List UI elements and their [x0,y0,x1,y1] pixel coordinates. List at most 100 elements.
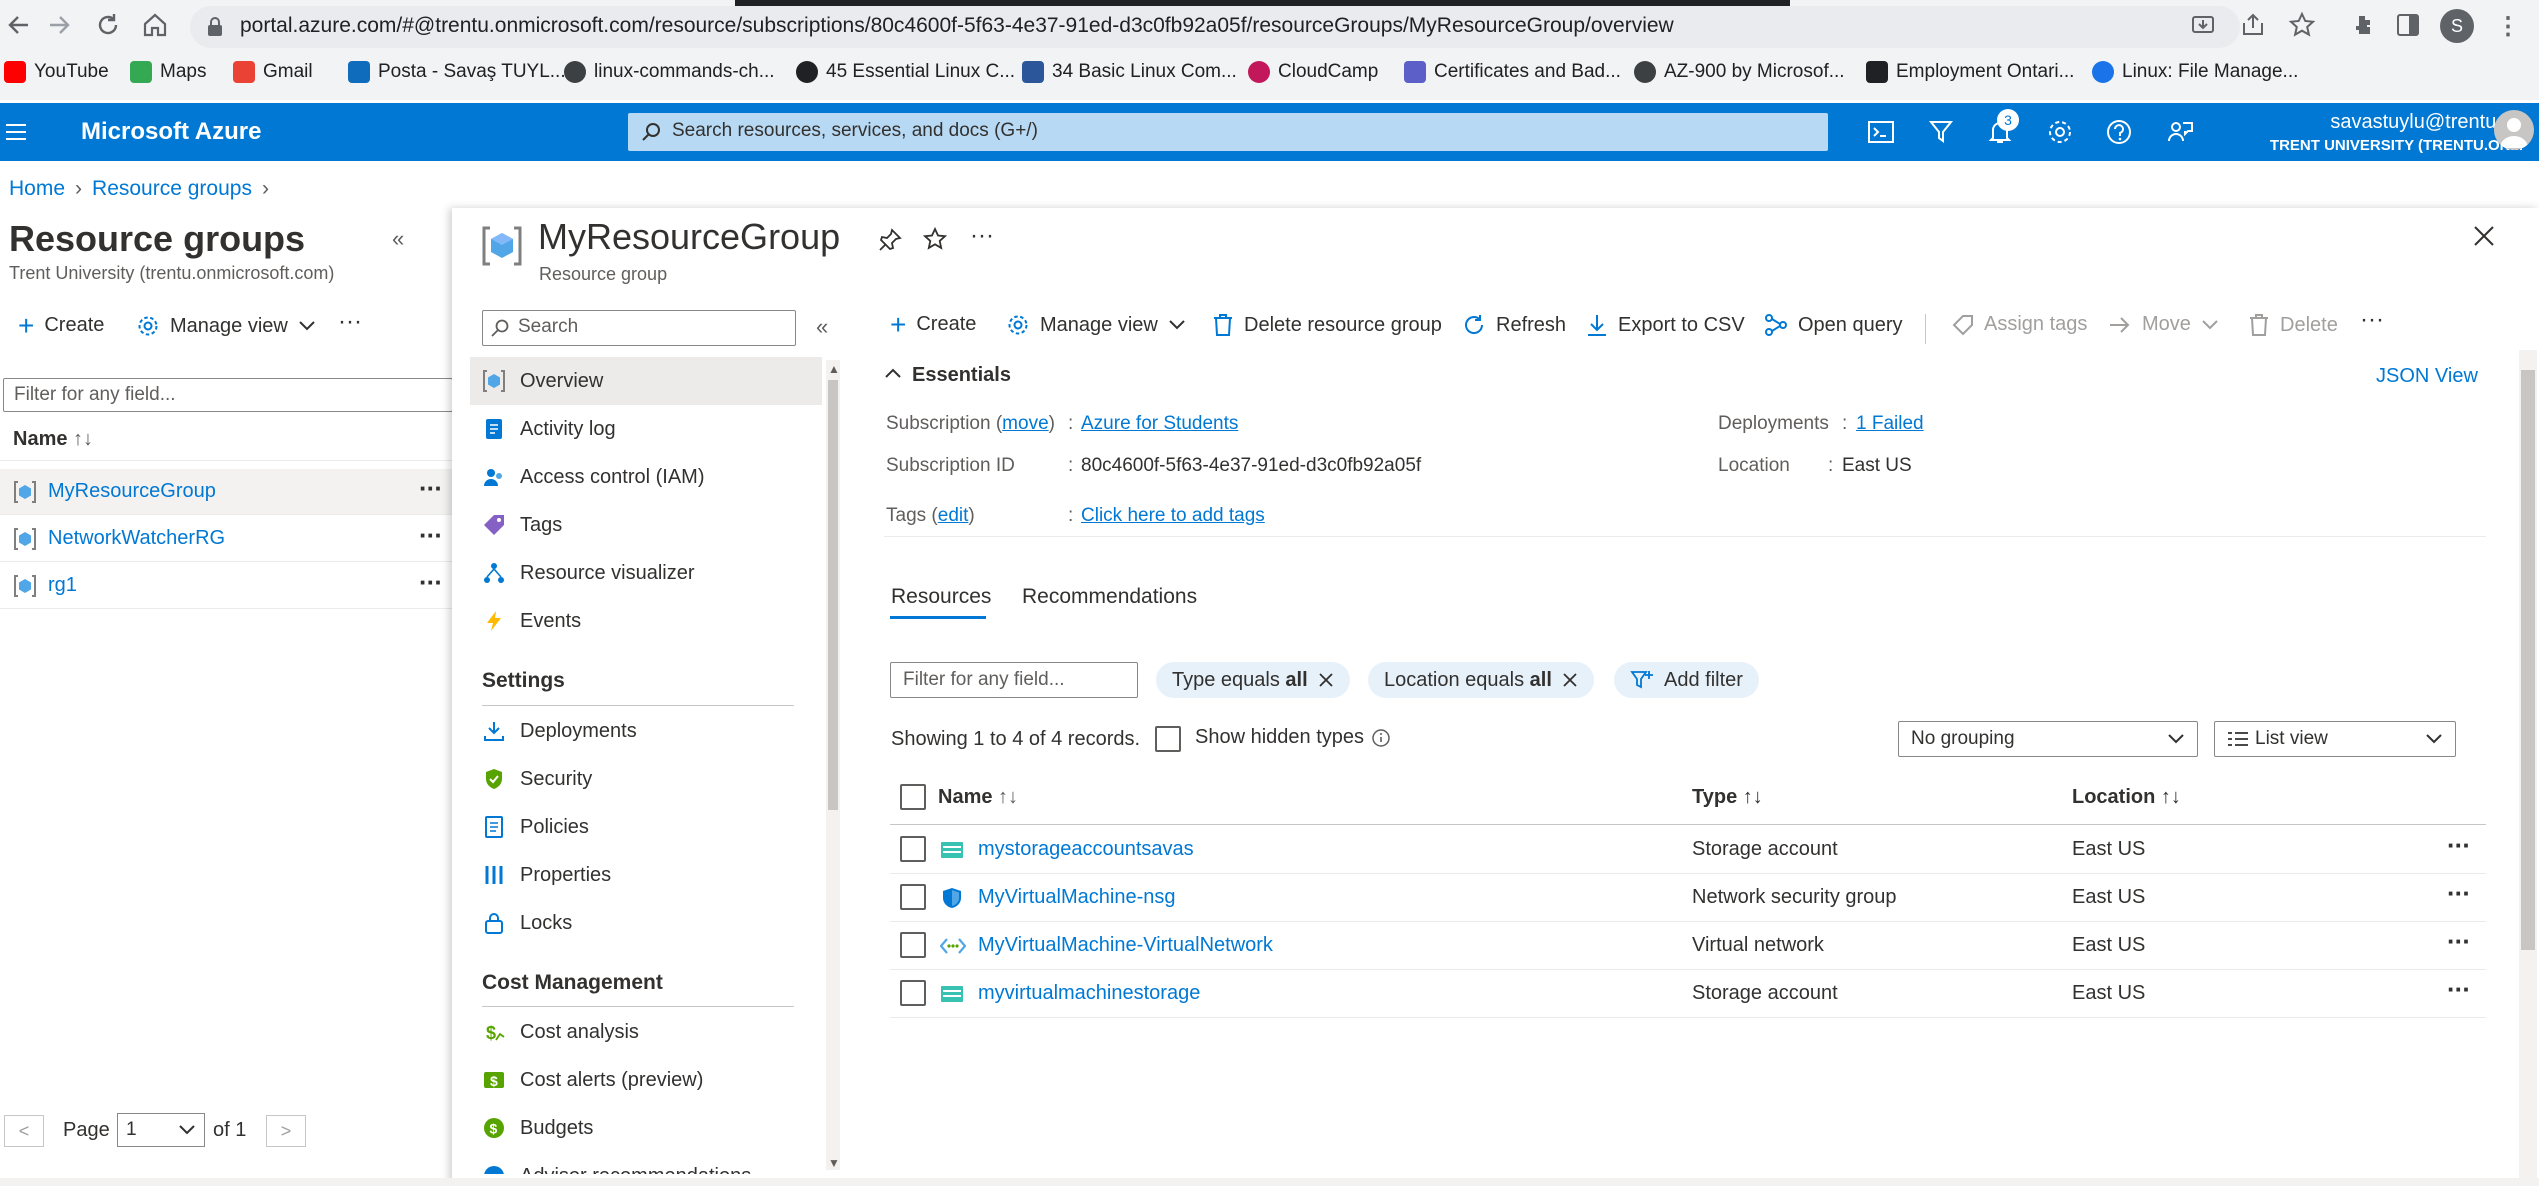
menu-item-tags[interactable]: Tags [470,501,822,549]
install-icon[interactable] [2190,12,2216,38]
menu-item-cost-analysis[interactable]: $ Cost analysis [470,1008,822,1056]
row-more-icon[interactable]: ··· [2447,830,2471,861]
favorite-star-icon[interactable] [922,226,948,252]
pin-icon[interactable] [877,227,903,253]
bookmark-linux-commands[interactable]: linux-commands-ch... [564,60,775,84]
next-page-button[interactable]: > [266,1115,306,1147]
collapse-blade-icon[interactable]: « [392,226,404,252]
subscription-link[interactable]: Azure for Students [1081,413,1238,435]
tab-recommendations[interactable]: Recommendations [1022,585,1197,609]
horizontal-scrollbar[interactable] [0,1178,2539,1186]
directory-filter-icon[interactable] [1926,117,1956,147]
row-more-icon[interactable]: ··· [2447,974,2471,1005]
info-icon[interactable] [1371,728,1391,748]
bookmark-az900[interactable]: AZ-900 by Microsof... [1634,60,1845,84]
resource-name-link[interactable]: MyVirtualMachine-nsg [978,886,1176,909]
menu-item-locks[interactable]: Locks [470,899,822,947]
refresh-button[interactable]: Refresh [1462,313,1566,337]
resource-group-name[interactable]: MyResourceGroup [48,480,216,503]
extensions-icon[interactable] [2350,12,2376,38]
chevron-up-icon[interactable] [884,366,902,380]
location-filter-pill[interactable]: Location equals all [1368,662,1594,698]
more-options-icon[interactable]: ··· [2360,306,2384,334]
hamburger-icon[interactable] [4,120,28,144]
manage-view-button[interactable]: Manage view [1006,313,1186,337]
bookmark-linux-file[interactable]: Linux: File Manage... [2092,60,2298,84]
json-view-link[interactable]: JSON View [2376,365,2478,388]
open-query-button[interactable]: Open query [1764,313,1903,337]
grouping-select[interactable]: No grouping [1898,721,2198,757]
bookmark-employment[interactable]: Employment Ontari... [1866,60,2074,84]
more-options-icon[interactable]: ··· [970,222,994,250]
resource-name-link[interactable]: mystorageaccountsavas [978,838,1194,861]
menu-item-security[interactable]: Security [470,755,822,803]
menu-item-iam[interactable]: Access control (IAM) [470,453,822,501]
bookmark-maps[interactable]: Maps [130,60,206,84]
row-checkbox[interactable] [900,980,926,1006]
row-checkbox[interactable] [900,884,926,910]
delete-button[interactable]: Delete [2248,313,2338,337]
add-tags-link[interactable]: Click here to add tags [1081,505,1265,527]
menu-item-advisor[interactable]: Advisor recommendations [470,1152,822,1174]
edit-tags-link[interactable]: edit [938,505,969,526]
view-select[interactable]: List view [2214,721,2456,757]
bookmark-star-icon[interactable] [2288,11,2316,39]
close-icon[interactable] [1562,672,1578,688]
menu-item-budgets[interactable]: $ Budgets [470,1104,822,1152]
delete-resource-group-button[interactable]: Delete resource group [1212,313,1442,337]
move-link[interactable]: move [1002,413,1048,434]
cloud-shell-icon[interactable] [1866,117,1896,147]
row-more-icon[interactable]: ··· [419,567,443,598]
menu-item-resource-visualizer[interactable]: Resource visualizer [470,549,822,597]
menu-item-overview[interactable]: Overview [470,357,822,405]
menu-item-events[interactable]: Events [470,597,822,645]
type-column-header[interactable]: Type ↑↓ [1692,786,1763,809]
bookmark-basic-linux[interactable]: 34 Basic Linux Com... [1022,60,1237,84]
table-row[interactable]: mystorageaccountsavas Storage account Ea… [890,826,2486,874]
row-more-icon[interactable]: ··· [2447,878,2471,909]
bookmark-essential-linux[interactable]: 45 Essential Linux C... [796,60,1015,84]
create-button[interactable]: + Create [890,310,976,338]
brand-title[interactable]: Microsoft Azure [81,118,261,146]
scroll-up-icon[interactable]: ▲ [828,362,840,376]
resource-group-name[interactable]: NetworkWatcherRG [48,527,225,550]
menu-item-activity-log[interactable]: Activity log [470,405,822,453]
essentials-header[interactable]: Essentials [912,364,1011,387]
bookmark-cloudcamp[interactable]: CloudCamp [1248,60,1378,84]
chrome-menu-icon[interactable]: ⋮ [2496,12,2520,41]
select-all-checkbox[interactable] [900,784,926,810]
resource-group-row[interactable]: rg1 ··· [0,563,452,609]
tab-resources[interactable]: Resources [891,585,991,609]
assign-tags-button[interactable]: Assign tags [1952,313,2087,336]
menu-item-properties[interactable]: Properties [470,851,822,899]
export-csv-button[interactable]: Export to CSV [1586,313,1745,337]
row-more-icon[interactable]: ··· [2447,926,2471,957]
table-row[interactable]: myvirtualmachinestorage Storage account … [890,970,2486,1018]
resource-name-link[interactable]: myvirtualmachinestorage [978,982,1200,1005]
deployments-link[interactable]: 1 Failed [1856,413,1924,435]
share-icon[interactable] [2240,12,2266,38]
name-column-header[interactable]: Name ↑↓ [938,786,1018,809]
row-checkbox[interactable] [900,836,926,862]
table-row[interactable]: MyVirtualMachine-VirtualNetwork Virtual … [890,922,2486,970]
resource-filter-input[interactable]: Filter for any field... [890,662,1138,698]
back-icon[interactable] [6,12,32,38]
bookmark-youtube[interactable]: YouTube [4,60,109,84]
type-filter-pill[interactable]: Type equals all [1156,662,1350,698]
settings-gear-icon[interactable] [2045,117,2075,147]
home-icon[interactable] [141,11,169,39]
content-scrollbar-thumb[interactable] [2521,370,2535,950]
name-column-header[interactable]: Name ↑↓ [13,428,93,451]
user-avatar[interactable] [2494,110,2534,150]
prev-page-button[interactable]: < [4,1115,44,1147]
page-select[interactable]: 1 [117,1113,205,1147]
close-icon[interactable] [1318,672,1334,688]
forward-icon[interactable] [46,12,72,38]
show-hidden-checkbox[interactable] [1155,726,1181,752]
resource-group-row[interactable]: NetworkWatcherRG ··· [0,516,452,562]
row-more-icon[interactable]: ··· [419,473,443,504]
bookmark-gmail[interactable]: Gmail [233,60,313,84]
breadcrumb-home[interactable]: Home [9,177,65,201]
breadcrumb-resource-groups[interactable]: Resource groups [92,177,252,201]
more-options-icon[interactable]: ··· [338,308,362,336]
